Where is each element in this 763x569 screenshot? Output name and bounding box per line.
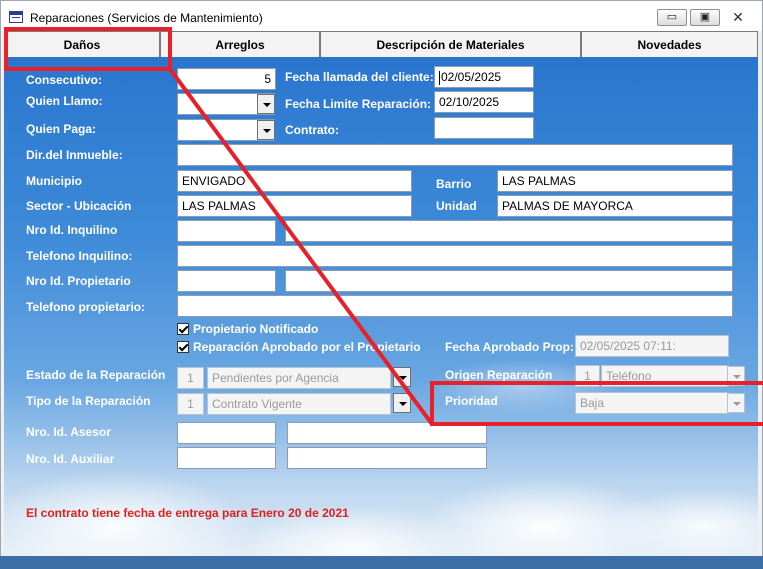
- sector-field[interactable]: LAS PALMAS: [177, 195, 412, 217]
- prioridad-combo[interactable]: Baja: [575, 392, 729, 414]
- tab-strip: Daños Arreglos Descripción de Materiales…: [4, 31, 758, 57]
- window-title: Reparaciones (Servicios de Mantenimiento…: [30, 11, 263, 25]
- tipo-label: Tipo de la Reparación: [26, 394, 151, 408]
- nro-auxiliar-name-field[interactable]: [287, 447, 487, 469]
- nro-auxiliar-label: Nro. Id. Auxiliar: [26, 452, 115, 466]
- estado-label: Estado de la Reparación: [26, 368, 166, 382]
- nro-asesor-id-field[interactable]: [177, 422, 276, 444]
- taskbar-strip: [0, 556, 763, 569]
- tel-propietario-field[interactable]: [177, 295, 733, 317]
- maximize-button[interactable]: ▣: [690, 9, 720, 26]
- tel-inquilino-label: Telefono Inquilino:: [26, 249, 133, 263]
- prioridad-dropdown-icon[interactable]: [727, 393, 745, 413]
- close-button[interactable]: ✕: [723, 9, 753, 26]
- nro-propietario-label: Nro Id. Propietario: [26, 274, 131, 288]
- app-table-icon: [9, 11, 23, 23]
- fecha-aprobado-label: Fecha Aprobado Prop:: [445, 340, 574, 354]
- fecha-llamada-label: Fecha llamada del cliente:: [285, 70, 434, 84]
- unidad-field[interactable]: PALMAS DE MAYORCA: [497, 195, 733, 217]
- municipio-label: Municipio: [26, 174, 82, 188]
- fecha-aprobado-field[interactable]: 02/05/2025 07:11:: [575, 335, 729, 357]
- fecha-limite-field[interactable]: 02/10/2025: [434, 91, 534, 113]
- barrio-field[interactable]: LAS PALMAS: [497, 170, 733, 192]
- tab-arreglos[interactable]: Arreglos: [160, 31, 320, 57]
- tab-descripcion-materiales[interactable]: Descripción de Materiales: [320, 31, 581, 57]
- origen-label: Origen Reparación: [445, 368, 553, 382]
- estado-dropdown-icon[interactable]: [393, 367, 411, 387]
- quien-llamo-dropdown-icon[interactable]: [257, 94, 275, 114]
- dir-inmueble-label: Dir.del Inmueble:: [26, 148, 123, 162]
- nro-auxiliar-id-field[interactable]: [177, 447, 276, 469]
- reparacion-aprobada-label: Reparación Aprobado por el Propietario: [193, 340, 421, 354]
- tab-danos[interactable]: Daños: [4, 31, 160, 57]
- nro-asesor-label: Nro. Id. Asesor: [26, 425, 111, 439]
- propietario-notificado-label: Propietario Notificado: [193, 322, 319, 336]
- danos-panel: Consecutivo: 5 Fecha llamada del cliente…: [4, 57, 758, 557]
- fecha-limite-label: Fecha Limite Reparación:: [285, 97, 432, 111]
- fecha-llamada-field[interactable]: 02/05/2025: [434, 66, 534, 88]
- barrio-label: Barrio: [436, 177, 472, 191]
- contrato-field[interactable]: [434, 117, 534, 139]
- quien-paga-label: Quien Paga:: [26, 122, 97, 136]
- nro-inquilino-name-field[interactable]: [285, 220, 733, 242]
- consecutivo-field[interactable]: 5: [177, 68, 276, 90]
- tipo-code-field[interactable]: 1: [177, 393, 204, 415]
- contrato-label: Contrato:: [285, 123, 339, 137]
- prioridad-label: Prioridad: [445, 394, 498, 408]
- nro-inquilino-id-field[interactable]: [177, 220, 276, 242]
- nro-propietario-name-field[interactable]: [285, 270, 733, 292]
- municipio-field[interactable]: ENVIGADO: [177, 170, 412, 192]
- quien-llamo-label: Quien Llamo:: [26, 94, 103, 108]
- contract-notice: El contrato tiene fecha de entrega para …: [26, 506, 349, 520]
- text-cursor: [439, 70, 440, 85]
- estado-code-field[interactable]: 1: [177, 367, 204, 389]
- estado-combo[interactable]: Pendientes por Agencia: [207, 367, 391, 389]
- nro-asesor-name-field[interactable]: [287, 422, 487, 444]
- minimize-button[interactable]: ▭: [657, 9, 687, 26]
- tipo-dropdown-icon[interactable]: [393, 393, 411, 413]
- tel-propietario-label: Telefono propietario:: [26, 300, 146, 314]
- title-bar[interactable]: Reparaciones (Servicios de Mantenimiento…: [1, 1, 762, 31]
- origen-combo[interactable]: Teléfono: [601, 365, 729, 387]
- reparacion-aprobada-checkbox[interactable]: [177, 341, 189, 353]
- origen-dropdown-icon[interactable]: [727, 366, 745, 386]
- propietario-notificado-checkbox[interactable]: [177, 323, 189, 335]
- sector-label: Sector - Ubicación: [26, 199, 132, 213]
- tipo-combo[interactable]: Contrato Vigente: [207, 393, 391, 415]
- nro-propietario-id-field[interactable]: [177, 270, 276, 292]
- nro-inquilino-label: Nro Id. Inquilino: [26, 223, 118, 237]
- tel-inquilino-field[interactable]: [177, 245, 733, 267]
- unidad-label: Unidad: [436, 199, 477, 213]
- tab-novedades[interactable]: Novedades: [581, 31, 758, 57]
- dir-inmueble-field[interactable]: [177, 144, 733, 166]
- consecutivo-label: Consecutivo:: [26, 73, 103, 87]
- repairs-window: Reparaciones (Servicios de Mantenimiento…: [0, 0, 763, 569]
- origen-code-field[interactable]: 1: [575, 365, 600, 387]
- quien-paga-dropdown-icon[interactable]: [257, 120, 275, 140]
